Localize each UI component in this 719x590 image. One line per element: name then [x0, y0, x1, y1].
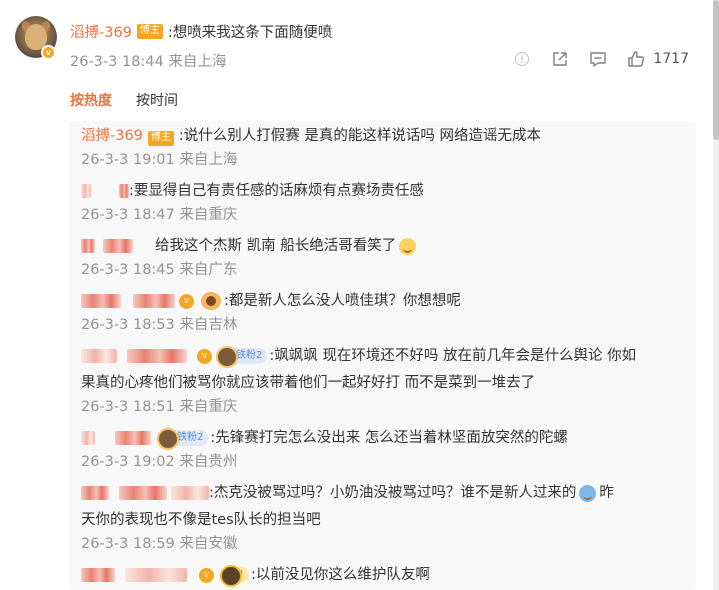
- reply-text-line1: :飒飒飒 现在环境还不好吗 放在前几年会是什么舆论 你如: [269, 348, 637, 364]
- reply-location: 来自重庆: [179, 207, 238, 223]
- hero-badge-icon: [201, 292, 221, 310]
- reply-location: 来自重庆: [179, 399, 238, 415]
- top-comment-text: :想喷来我这条下面随便喷: [167, 24, 333, 41]
- blurred-username[interactable]: [81, 294, 121, 308]
- fan-badge: 铁粉2: [156, 428, 209, 450]
- comment-actions: 1717: [511, 48, 689, 70]
- crying-laugh-emoji-icon: [579, 484, 597, 502]
- reply-item: 给我这个杰斯 凯南 船长绝活哥看笑了 26-3-3 18:45 来自广东: [81, 233, 684, 280]
- owner-tag: 博主: [147, 131, 174, 146]
- blurred-username[interactable]: [81, 184, 91, 198]
- reply-item: v :都是新人怎么没人喷佳琪？你想想呢 26-3-3 18:53 来自吉林: [81, 288, 684, 335]
- reply-time: 26-3-3 19:02: [81, 454, 175, 470]
- reply-item: :杰克没被骂过吗？小奶油没被骂过吗？谁不是新人过来的 昨 天你的表现也不像是tes…: [81, 480, 684, 554]
- blurred-username[interactable]: [81, 568, 115, 582]
- reply-item: 铁粉2:先锋赛打完怎么没出来 怎么还当着林坚面放突然的陀螺 26-3-3 19:…: [81, 425, 684, 472]
- reply-location: 来自贵州: [179, 454, 238, 470]
- verified-icon: v: [199, 567, 214, 583]
- reply-time: 26-3-3 19:01: [81, 152, 175, 168]
- reply-text-line2: 果真的心疼他们被骂你就应该带着他们一起好好打 而不是菜到一堆去了: [81, 375, 536, 391]
- reply-text-line1: :杰克没被骂过吗？小奶油没被骂过吗？谁不是新人过来的: [209, 485, 577, 501]
- top-comment-time: 26-3-3 18:44: [70, 54, 164, 70]
- scrollbar[interactable]: [713, 0, 719, 590]
- reply-time: 26-3-3 18:53: [81, 317, 175, 333]
- reply-time: 26-3-3 18:59: [81, 536, 175, 552]
- reply-item: v Ⅰ:以前没见你这么维护队友啊: [81, 562, 684, 589]
- reply-time: 26-3-3 18:51: [81, 399, 175, 415]
- reply-item: 滔搏-369 博主 :说什么别人打假赛 是真的能这样说话吗 网络造谣无成本 26-3…: [81, 123, 684, 170]
- verified-badge-icon: v: [41, 45, 56, 60]
- verified-icon: v: [197, 348, 212, 364]
- like-icon[interactable]: [625, 48, 647, 70]
- blurred-username[interactable]: [81, 349, 117, 363]
- replies-panel: 滔搏-369 博主 :说什么别人打假赛 是真的能这样说话吗 网络造谣无成本 26-3…: [69, 121, 696, 590]
- top-comment-meta: 26-3-3 18:44 来自上海: [70, 50, 226, 71]
- reply-item: v 铁粉2:飒飒飒 现在环境还不好吗 放在前几年会是什么舆论 你如 果真的心疼他们…: [81, 343, 684, 417]
- comment-icon[interactable]: [587, 48, 609, 70]
- blurred-username[interactable]: [81, 239, 95, 253]
- blurred-username[interactable]: [81, 486, 109, 500]
- top-comment-username[interactable]: 滔搏-369: [70, 21, 132, 42]
- reply-text: :要显得自己有责任感的话麻烦有点赛场责任感: [129, 183, 424, 199]
- reply-text: :都是新人怎么没人喷佳琪？你想想呢: [224, 293, 461, 309]
- share-icon[interactable]: [549, 48, 571, 70]
- reply-location: 来自广东: [179, 262, 238, 278]
- reply-location: 来自安徽: [179, 536, 238, 552]
- reply-text: :说什么别人打假赛 是真的能这样说话吗 网络造谣无成本: [178, 128, 542, 144]
- sort-by-hot-tab[interactable]: 按热度: [70, 90, 112, 110]
- reply-item: :要显得自己有责任感的话麻烦有点赛场责任感 26-3-3 18:47 来自重庆: [81, 178, 684, 225]
- sort-by-time-tab[interactable]: 按时间: [136, 90, 178, 110]
- smile-emoji-icon: [399, 237, 417, 255]
- report-icon[interactable]: [511, 48, 533, 70]
- reply-text-line2: 天你的表现也不像是tes队长的担当吧: [81, 512, 321, 528]
- reply-location: 来自上海: [179, 152, 238, 168]
- like-count: 1717: [653, 51, 689, 67]
- reply-text: :先锋赛打完怎么没出来 怎么还当着林坚面放突然的陀螺: [210, 430, 568, 446]
- sort-tabs: 按热度 按时间: [70, 90, 202, 110]
- reply-text: 给我这个杰斯 凯南 船长绝活哥看笑了: [155, 238, 397, 254]
- blurred-username[interactable]: [81, 431, 95, 445]
- reply-username[interactable]: 滔搏-369: [81, 128, 143, 144]
- top-comment-line: 滔搏-369 博主 :想喷来我这条下面随便喷: [70, 20, 332, 42]
- reply-time: 26-3-3 18:47: [81, 207, 175, 223]
- reply-location: 来自吉林: [179, 317, 238, 333]
- owner-tag: 博主: [136, 23, 163, 39]
- crown-badge: Ⅰ: [220, 565, 249, 587]
- reply-text-line1-end: 昨: [599, 485, 614, 501]
- top-comment-location: 来自上海: [168, 54, 227, 70]
- reply-text: :以前没见你这么维护队友啊: [250, 567, 430, 583]
- reply-time: 26-3-3 18:45: [81, 262, 175, 278]
- scrollbar-thumb[interactable]: [713, 0, 719, 140]
- verified-icon: v: [179, 293, 194, 309]
- fan-badge: 铁粉2: [215, 346, 268, 368]
